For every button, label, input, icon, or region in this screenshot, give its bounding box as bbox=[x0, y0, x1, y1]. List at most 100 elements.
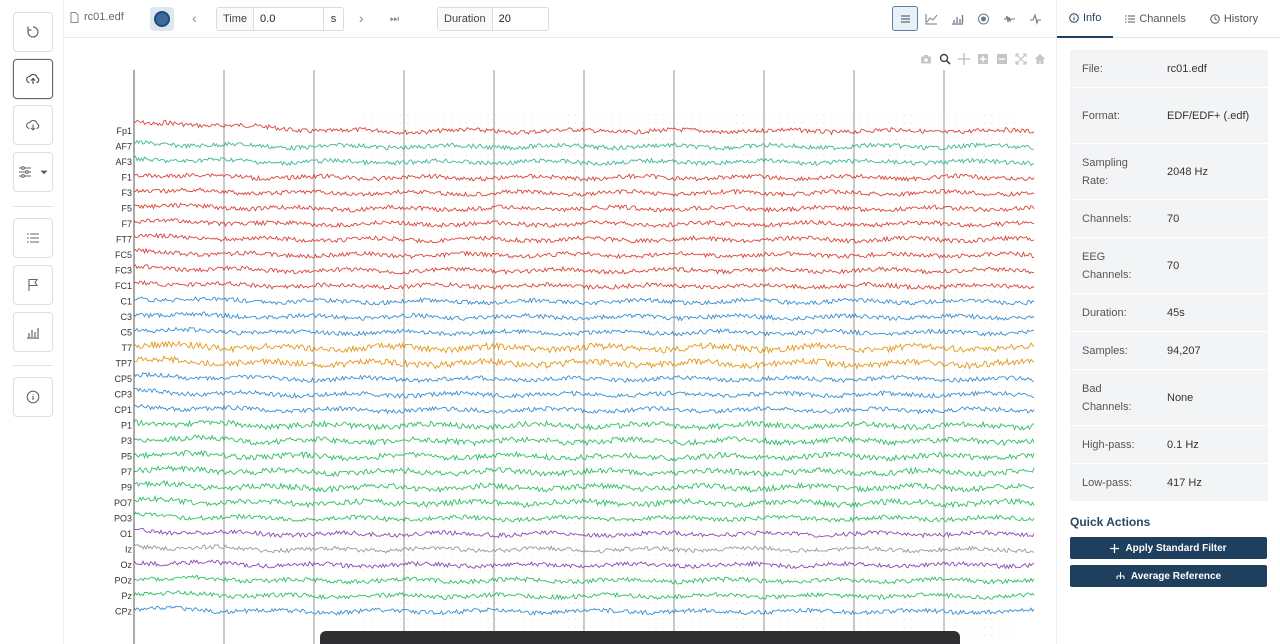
channel-label: P5 bbox=[121, 452, 132, 462]
info-row-samples: Samples: 94,207 bbox=[1070, 332, 1268, 370]
channel-label: FT7 bbox=[116, 235, 132, 245]
download-icon bbox=[26, 119, 40, 131]
view-spike-button[interactable] bbox=[1022, 6, 1048, 31]
reference-icon bbox=[1116, 571, 1125, 579]
app-logo-button[interactable] bbox=[150, 7, 174, 31]
tab-channels[interactable]: Channels bbox=[1113, 0, 1197, 38]
topomap-icon bbox=[977, 13, 989, 24]
channel-label: Iz bbox=[125, 545, 133, 555]
channel-label: FC5 bbox=[115, 250, 132, 260]
filter-icon bbox=[1110, 543, 1120, 553]
tab-label: Info bbox=[1083, 12, 1102, 24]
channel-label: Pz bbox=[121, 591, 132, 601]
time-unit: s bbox=[323, 8, 343, 30]
info-row-bad-channels: Bad Channels: None bbox=[1070, 370, 1268, 426]
spike-icon bbox=[1029, 12, 1041, 25]
view-mode-group bbox=[892, 6, 1048, 31]
chevron-left-icon[interactable]: ‹ bbox=[192, 11, 197, 25]
time-input[interactable]: 0.0 bbox=[254, 13, 281, 25]
channel-label: O1 bbox=[120, 529, 132, 539]
duration-label: Duration bbox=[438, 8, 493, 30]
channel-label: AF7 bbox=[115, 142, 132, 152]
channel-label: CP1 bbox=[114, 405, 132, 415]
channel-label: FC3 bbox=[115, 266, 132, 276]
download-button[interactable] bbox=[13, 105, 53, 145]
duration-field: Duration 20 bbox=[437, 7, 549, 31]
skip-end-icon[interactable]: ⏭ bbox=[390, 13, 399, 27]
filter-settings-icon bbox=[18, 166, 31, 178]
channel-label: P9 bbox=[121, 483, 132, 493]
view-line-button[interactable] bbox=[918, 6, 944, 31]
channel-label: POz bbox=[114, 576, 132, 586]
upload-icon bbox=[26, 73, 40, 84]
tab-info[interactable]: Info bbox=[1057, 0, 1114, 38]
list-icon bbox=[1125, 15, 1136, 23]
annotations-button[interactable] bbox=[13, 265, 53, 305]
filter-settings-dropdown[interactable] bbox=[13, 152, 53, 192]
file-name-label: rc01.edf bbox=[84, 11, 124, 23]
info-row-duration: Duration: 45s bbox=[1070, 294, 1268, 332]
top-toolbar: rc01.edf ‹ Time 0.0 s › ⏭ Duration 20 bbox=[64, 0, 1056, 38]
time-field: Time 0.0 s bbox=[216, 7, 344, 31]
channel-label: PO3 bbox=[114, 514, 132, 524]
info-row-channels: Channels: 70 bbox=[1070, 200, 1268, 238]
info-icon bbox=[26, 390, 40, 404]
quick-actions-title: Quick Actions bbox=[1070, 515, 1151, 529]
list-icon bbox=[900, 14, 910, 23]
reset-icon bbox=[27, 26, 39, 38]
bar-chart-icon bbox=[951, 14, 963, 25]
rail-divider bbox=[13, 365, 53, 366]
statistics-button[interactable] bbox=[13, 312, 53, 352]
channel-label: AF3 bbox=[115, 157, 132, 167]
channel-label: FC1 bbox=[115, 281, 132, 291]
channel-label: TP7 bbox=[115, 359, 132, 369]
channel-label: F5 bbox=[121, 204, 132, 214]
eeg-plot[interactable]: Fp1 AF7 AF3 F1 F3 F5 F7 FT7 FC5 FC3 FC1 C1 C3 C5 T7 TP7… bbox=[64, 38, 1056, 644]
channel-label: CP5 bbox=[114, 374, 132, 384]
channel-label: T7 bbox=[121, 343, 132, 353]
view-waveform-button[interactable] bbox=[996, 6, 1022, 31]
left-rail bbox=[0, 0, 64, 644]
history-icon bbox=[1210, 14, 1220, 24]
reset-button[interactable] bbox=[13, 12, 53, 52]
about-button[interactable] bbox=[13, 377, 53, 417]
average-reference-button[interactable]: Average Reference bbox=[1070, 565, 1267, 587]
tab-label: Channels bbox=[1139, 13, 1186, 25]
duration-input[interactable]: 20 bbox=[493, 13, 517, 25]
eeg-traces: Fp1 AF7 AF3 F1 F3 F5 F7 FT7 FC5 FC3 FC1 C1 C3 C5 T7 TP7… bbox=[114, 70, 1035, 644]
info-row-format: Format: EDF/EDF+ (.edf) bbox=[1070, 88, 1268, 144]
view-bar-button[interactable] bbox=[944, 6, 970, 31]
logo-icon bbox=[154, 11, 170, 27]
info-row-low-pass: Low-pass: 417 Hz bbox=[1070, 464, 1268, 502]
button-label: Average Reference bbox=[1130, 570, 1222, 582]
tab-history[interactable]: History bbox=[1198, 0, 1270, 38]
apply-standard-filter-button[interactable]: Apply Standard Filter bbox=[1070, 537, 1267, 559]
upload-button[interactable] bbox=[13, 59, 53, 99]
info-row-eeg-channels: EEG Channels: 70 bbox=[1070, 238, 1268, 294]
app-root: rc01.edf ‹ Time 0.0 s › ⏭ Duration 20 Fp… bbox=[0, 0, 1280, 644]
channel-label: C3 bbox=[120, 312, 132, 322]
channel-label: F1 bbox=[121, 173, 132, 183]
channel-label: C5 bbox=[120, 328, 132, 338]
info-table: File: rc01.edf Format: EDF/EDF+ (.edf) Sam… bbox=[1070, 50, 1268, 502]
channel-label: PO7 bbox=[114, 498, 132, 508]
bar-chart-icon bbox=[27, 328, 39, 339]
bottom-status-bar bbox=[320, 631, 960, 644]
right-panel: Info Channels History File: rc01.edf Form… bbox=[1056, 0, 1280, 644]
tab-label: History bbox=[1223, 13, 1259, 25]
waveform-icon bbox=[1003, 15, 1015, 23]
flag-icon bbox=[28, 278, 39, 291]
view-topomap-button[interactable] bbox=[970, 6, 996, 31]
info-row-sampling-rate: Sampling Rate: 2048 Hz bbox=[1070, 144, 1268, 200]
line-chart-icon bbox=[925, 13, 937, 24]
chevron-right-icon[interactable]: › bbox=[359, 11, 364, 25]
channel-label: CP3 bbox=[114, 390, 132, 400]
channel-label: F7 bbox=[121, 219, 132, 229]
channel-label: P1 bbox=[121, 421, 132, 431]
button-label: Apply Standard Filter bbox=[1125, 542, 1227, 554]
events-list-button[interactable] bbox=[13, 218, 53, 258]
file-name-display: rc01.edf bbox=[70, 11, 124, 23]
view-list-button[interactable] bbox=[892, 6, 918, 31]
info-row-file: File: rc01.edf bbox=[1070, 50, 1268, 88]
chevron-down-icon bbox=[39, 170, 48, 175]
